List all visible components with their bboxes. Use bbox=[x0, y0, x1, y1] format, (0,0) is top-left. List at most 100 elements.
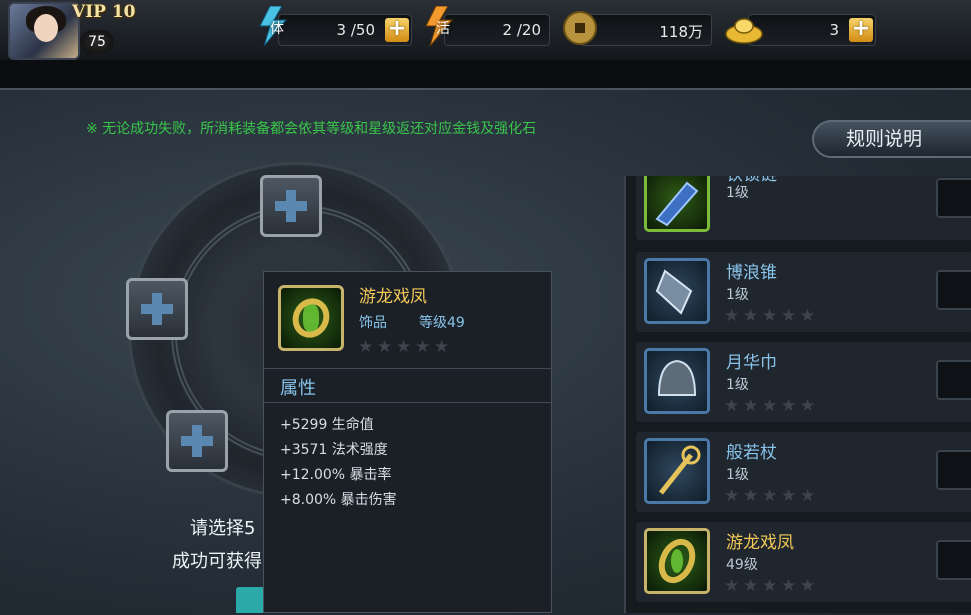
gold-counter: 3 + bbox=[748, 14, 876, 46]
tooltip-item-name: 游龙戏凤 bbox=[359, 287, 427, 307]
attribute-line: +3571 法术强度 bbox=[280, 442, 388, 458]
star-icon: ★ bbox=[415, 337, 431, 357]
attribute-line: +5299 生命值 bbox=[280, 417, 374, 433]
coin-icon-svg bbox=[563, 11, 597, 45]
star-rating: ★ ★ ★ ★ ★ bbox=[724, 396, 819, 415]
item-level: 1级 bbox=[726, 467, 749, 483]
select-checkbox[interactable] bbox=[936, 540, 971, 580]
tooltip-divider bbox=[264, 402, 551, 403]
item-level: 1级 bbox=[726, 185, 749, 201]
equipment-slot-top[interactable] bbox=[260, 175, 322, 237]
list-item[interactable]: 月华巾 1级 ★ ★ ★ ★ ★ bbox=[636, 342, 971, 422]
select-checkbox[interactable] bbox=[936, 270, 971, 310]
star-icon: ★ bbox=[781, 396, 797, 416]
star-rating: ★ ★ ★ ★ ★ bbox=[724, 306, 819, 325]
plus-slot-icon bbox=[286, 190, 296, 222]
item-name: 游龙戏凤 bbox=[726, 533, 794, 553]
star-icon: ★ bbox=[781, 576, 797, 596]
activity-label: 活 bbox=[436, 21, 450, 37]
player-level-badge: 75 bbox=[80, 30, 114, 54]
star-icon: ★ bbox=[743, 486, 759, 506]
equipment-list[interactable]: 铁锁链 1级 博浪锥 1级 ★★★★★ 月华巾 1级 ★★★★★ 般若杖 1级 … bbox=[624, 176, 971, 613]
star-icon: ★ bbox=[743, 576, 759, 596]
equipment-slot-left[interactable] bbox=[126, 278, 188, 340]
tooltip-item-type: 饰品 bbox=[359, 315, 387, 331]
list-item[interactable]: 铁锁链 1级 bbox=[636, 176, 971, 240]
star-icon: ★ bbox=[724, 576, 740, 596]
stamina-bolt-icon: 体 bbox=[256, 5, 294, 47]
notice-text: ※ 无论成功失败，所消耗装备都会依其等级和星级返还对应金钱及强化石 bbox=[86, 121, 537, 137]
star-icon: ★ bbox=[743, 306, 759, 326]
activity-bolt-icon: 活 bbox=[422, 5, 460, 47]
player-avatar[interactable] bbox=[8, 2, 80, 60]
tooltip-divider bbox=[264, 368, 551, 369]
star-icon: ★ bbox=[358, 337, 374, 357]
stamina-counter: 3 /50 + bbox=[278, 14, 412, 46]
chain-icon-svg bbox=[655, 181, 699, 227]
star-icon: ★ bbox=[800, 576, 816, 596]
plus-slot-icon bbox=[192, 425, 202, 457]
star-icon: ★ bbox=[396, 337, 412, 357]
resource-bar: VIP 10 75 3 /50 + 体 2 /20 活 118万 3 + bbox=[0, 0, 971, 61]
equipment-slot-bottom-left[interactable] bbox=[166, 410, 228, 472]
gold-value: 3 bbox=[829, 21, 839, 39]
attribute-line: +8.00% 暴击伤害 bbox=[280, 492, 397, 508]
item-tooltip: 游龙戏凤 饰品 等级49 ★ ★ ★ ★ ★ 属性 +5299 生命值 +3571 法术… bbox=[263, 271, 552, 613]
item-name: 月华巾 bbox=[726, 353, 777, 373]
avatar-face bbox=[34, 14, 58, 42]
rules-button[interactable]: 规则说明 bbox=[812, 120, 971, 158]
chain-icon bbox=[644, 176, 710, 232]
star-icon: ★ bbox=[434, 337, 450, 357]
star-icon: ★ bbox=[800, 396, 816, 416]
tooltip-item-level: 等级49 bbox=[419, 315, 465, 331]
dragon-ring-icon bbox=[644, 528, 710, 594]
star-rating: ★ ★ ★ ★ ★ bbox=[724, 576, 819, 595]
item-level: 1级 bbox=[726, 377, 749, 393]
confirm-button[interactable] bbox=[236, 587, 266, 613]
item-name: 般若杖 bbox=[726, 443, 777, 463]
star-icon: ★ bbox=[762, 486, 778, 506]
tooltip-star-rating: ★ ★ ★ ★ ★ bbox=[358, 337, 453, 356]
stamina-label: 体 bbox=[270, 21, 284, 37]
select-checkbox[interactable] bbox=[936, 178, 971, 218]
stamina-add-button[interactable]: + bbox=[385, 18, 409, 42]
gold-add-button[interactable]: + bbox=[849, 18, 873, 42]
star-icon: ★ bbox=[762, 306, 778, 326]
star-icon: ★ bbox=[377, 337, 393, 357]
star-icon: ★ bbox=[724, 396, 740, 416]
item-name: 博浪锥 bbox=[726, 263, 777, 283]
select-hint: 请选择5 bbox=[190, 518, 256, 539]
list-item[interactable]: 般若杖 1级 ★ ★ ★ ★ ★ bbox=[636, 432, 971, 512]
list-item[interactable]: 博浪锥 1级 ★ ★ ★ ★ ★ bbox=[636, 252, 971, 332]
star-icon: ★ bbox=[762, 396, 778, 416]
icon-band bbox=[286, 292, 336, 344]
attributes-title: 属性 bbox=[280, 378, 316, 399]
coin-value: 118万 bbox=[659, 23, 703, 41]
ring-icon-svg bbox=[658, 538, 696, 584]
header-separator bbox=[0, 60, 971, 88]
plus-slot-icon bbox=[152, 293, 162, 325]
star-icon: ★ bbox=[800, 486, 816, 506]
coin-icon bbox=[562, 10, 598, 50]
select-checkbox[interactable] bbox=[936, 450, 971, 490]
item-level: 1级 bbox=[726, 287, 749, 303]
star-icon: ★ bbox=[724, 306, 740, 326]
ingot-icon-svg bbox=[725, 18, 763, 44]
cone-icon-svg bbox=[655, 269, 693, 315]
item-level: 49级 bbox=[726, 557, 758, 573]
star-rating: ★ ★ ★ ★ ★ bbox=[724, 486, 819, 505]
vip-label: VIP 10 bbox=[72, 2, 136, 22]
gold-ingot-icon bbox=[724, 10, 764, 50]
star-icon: ★ bbox=[762, 576, 778, 596]
cone-weapon-icon bbox=[644, 258, 710, 324]
stamina-value: 3 /50 bbox=[336, 21, 375, 39]
helmet-icon bbox=[644, 348, 710, 414]
list-item[interactable]: 游龙戏凤 49级 ★ ★ ★ ★ ★ bbox=[636, 522, 971, 602]
coin-counter: 118万 bbox=[580, 14, 712, 46]
helmet-icon-svg bbox=[657, 359, 697, 396]
star-icon: ★ bbox=[724, 486, 740, 506]
activity-value: 2 /20 bbox=[502, 21, 541, 39]
star-icon: ★ bbox=[743, 396, 759, 416]
select-checkbox[interactable] bbox=[936, 360, 971, 400]
staff-icon-svg bbox=[659, 445, 701, 495]
